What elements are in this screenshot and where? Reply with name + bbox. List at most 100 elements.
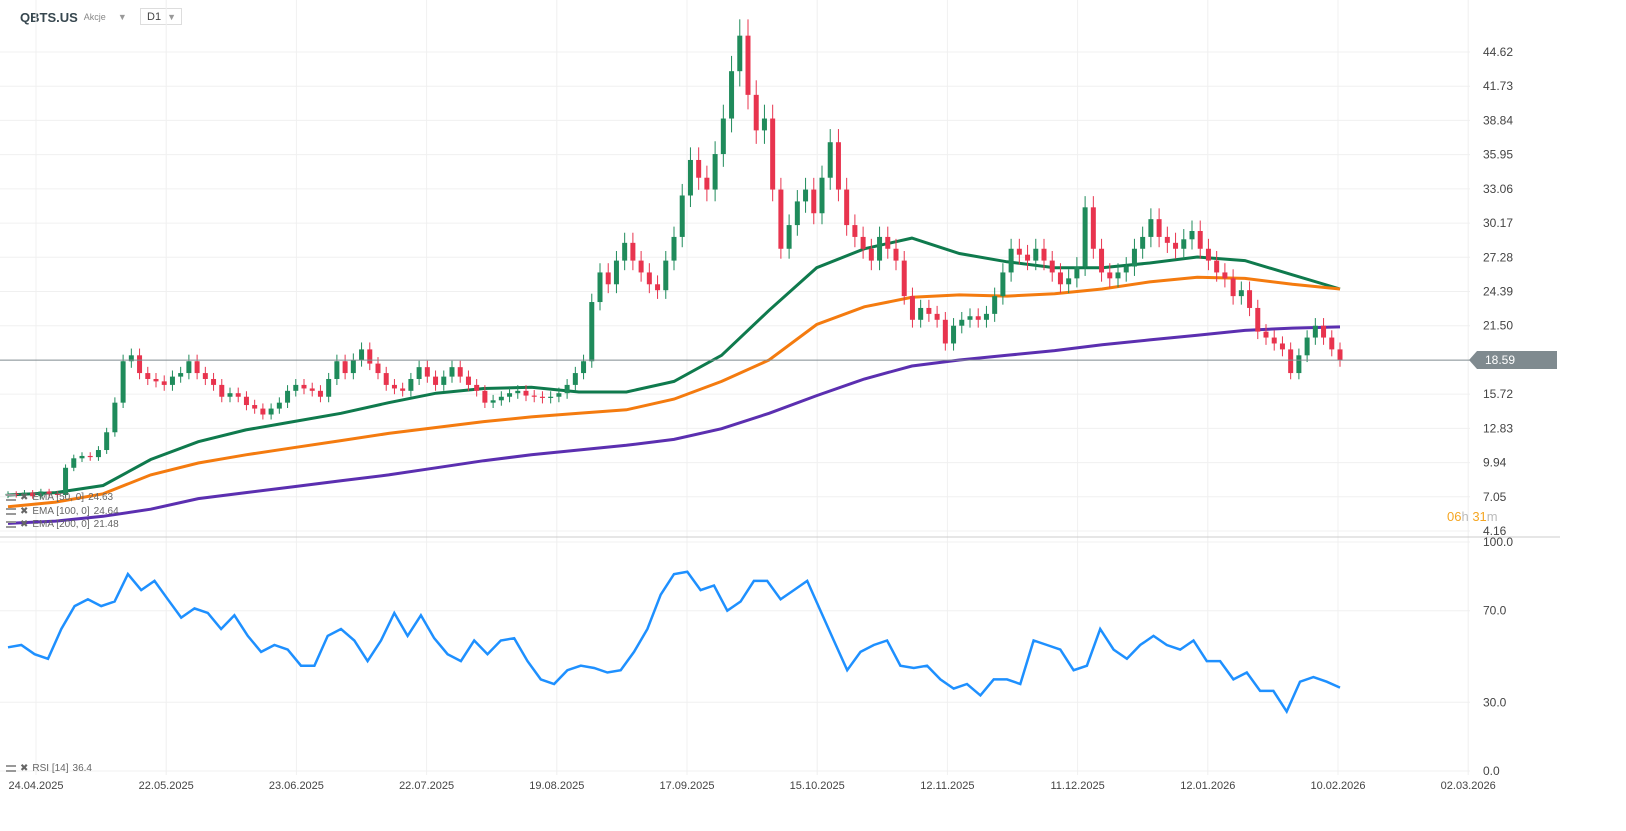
candle-up xyxy=(983,313,989,320)
y-tick-label: 27.28 xyxy=(1483,250,1513,264)
candle-down xyxy=(219,384,225,397)
candle-down xyxy=(1016,248,1022,255)
candle-up xyxy=(498,396,504,401)
candle-down xyxy=(909,296,915,320)
candle-down xyxy=(457,367,463,377)
candle-down xyxy=(202,373,208,379)
candle-down xyxy=(860,236,866,249)
candle-down xyxy=(317,390,323,397)
candle-up xyxy=(1189,231,1195,240)
candle-down xyxy=(852,225,858,237)
candle-up xyxy=(951,325,957,344)
candle-up xyxy=(95,450,101,458)
candle-down xyxy=(391,384,397,389)
candle-up xyxy=(720,118,726,155)
candle-up xyxy=(1008,248,1014,273)
candle-up xyxy=(786,225,792,249)
candle-down xyxy=(137,355,143,374)
candle-up xyxy=(71,458,77,468)
candle-up xyxy=(227,393,233,397)
candle-down xyxy=(868,248,874,261)
candle-up xyxy=(112,402,118,433)
candle-up xyxy=(1066,278,1072,285)
candle-up xyxy=(572,373,578,385)
candle-down xyxy=(1041,248,1047,261)
candle-down xyxy=(1164,236,1170,243)
candle-down xyxy=(482,390,488,403)
candle-down xyxy=(753,94,759,131)
candle-up xyxy=(1140,236,1146,249)
close-icon[interactable]: ✖ xyxy=(20,492,28,503)
candle-down xyxy=(1107,272,1113,279)
candle-down xyxy=(1288,349,1294,374)
candle-down xyxy=(1057,272,1063,285)
x-tick-label: 10.02.2026 xyxy=(1310,780,1365,792)
candle-up xyxy=(1000,272,1006,297)
y-tick-label: 33.06 xyxy=(1483,182,1513,196)
close-icon[interactable]: ✖ xyxy=(20,506,28,517)
candle-up xyxy=(1181,239,1187,249)
settings-icon[interactable] xyxy=(6,521,16,528)
y-tick-label: 44.62 xyxy=(1483,45,1513,59)
candle-down xyxy=(531,395,537,397)
x-tick-label: 02.03.2026 xyxy=(1441,780,1496,792)
candle-up xyxy=(687,159,693,196)
candle-up xyxy=(1312,325,1318,338)
candle-down xyxy=(926,307,932,314)
candle-down xyxy=(1090,207,1096,249)
candle-down xyxy=(243,396,249,406)
candle-up xyxy=(548,396,554,398)
candle-down xyxy=(433,376,439,385)
candle-down xyxy=(1321,325,1327,338)
candle-up xyxy=(1082,207,1088,267)
legend-value: 24.64 xyxy=(93,506,119,517)
x-tick-label: 23.06.2025 xyxy=(269,780,324,792)
candle-down xyxy=(235,393,241,397)
candle-up xyxy=(967,316,973,320)
legend-value: 21.48 xyxy=(93,519,119,530)
settings-icon[interactable] xyxy=(6,765,16,772)
price-chart[interactable]: 24.04.2025 22.05.2025 23.06.2025 22.07.2025… xyxy=(0,0,1626,831)
legend-ema200[interactable]: ✖ EMA [200, 0] 21.48 xyxy=(6,519,119,530)
candle-up xyxy=(671,236,677,261)
candle-down xyxy=(844,189,850,226)
candle-up xyxy=(490,400,496,403)
candle-up xyxy=(79,455,85,459)
legend-label: EMA [100, 0] xyxy=(32,506,90,517)
settings-icon[interactable] xyxy=(6,508,16,515)
close-icon[interactable]: ✖ xyxy=(20,763,28,774)
candle-down xyxy=(885,236,891,249)
settings-icon[interactable] xyxy=(6,494,16,501)
candle-up xyxy=(1074,266,1080,279)
candle-down xyxy=(1025,254,1031,261)
x-tick-label: 24.04.2025 xyxy=(8,780,63,792)
candle-down xyxy=(778,189,784,249)
candle-up xyxy=(622,242,628,261)
y-tick-label: 15.72 xyxy=(1483,387,1513,401)
candle-down xyxy=(646,272,652,285)
candle-up xyxy=(285,390,291,403)
rsi-line xyxy=(7,570,1341,715)
legend-ema50[interactable]: ✖ EMA [50, 0] 24.63 xyxy=(6,492,113,503)
candle-down xyxy=(145,373,151,379)
candle-up xyxy=(326,378,332,397)
close-icon[interactable]: ✖ xyxy=(20,519,28,530)
candle-up xyxy=(1131,248,1137,267)
candle-up xyxy=(334,361,340,379)
candle-up xyxy=(416,367,422,379)
x-tick-label: 19.08.2025 xyxy=(529,780,584,792)
candle-countdown: 06h 31m xyxy=(1447,509,1498,524)
legend-ema100[interactable]: ✖ EMA [100, 0] 24.64 xyxy=(6,506,119,517)
candle-down xyxy=(704,177,710,190)
candle-up xyxy=(556,393,562,397)
candle-down xyxy=(1263,331,1269,338)
candle-up xyxy=(737,35,743,72)
candle-up xyxy=(613,260,619,285)
candle-down xyxy=(696,159,702,178)
candle-up xyxy=(268,408,274,415)
candle-down xyxy=(375,363,381,374)
candle-up xyxy=(63,467,69,496)
candle-down xyxy=(605,272,611,285)
ema-line-200 xyxy=(7,325,1341,525)
legend-rsi[interactable]: ✖ RSI [14] 36.4 xyxy=(6,763,92,774)
